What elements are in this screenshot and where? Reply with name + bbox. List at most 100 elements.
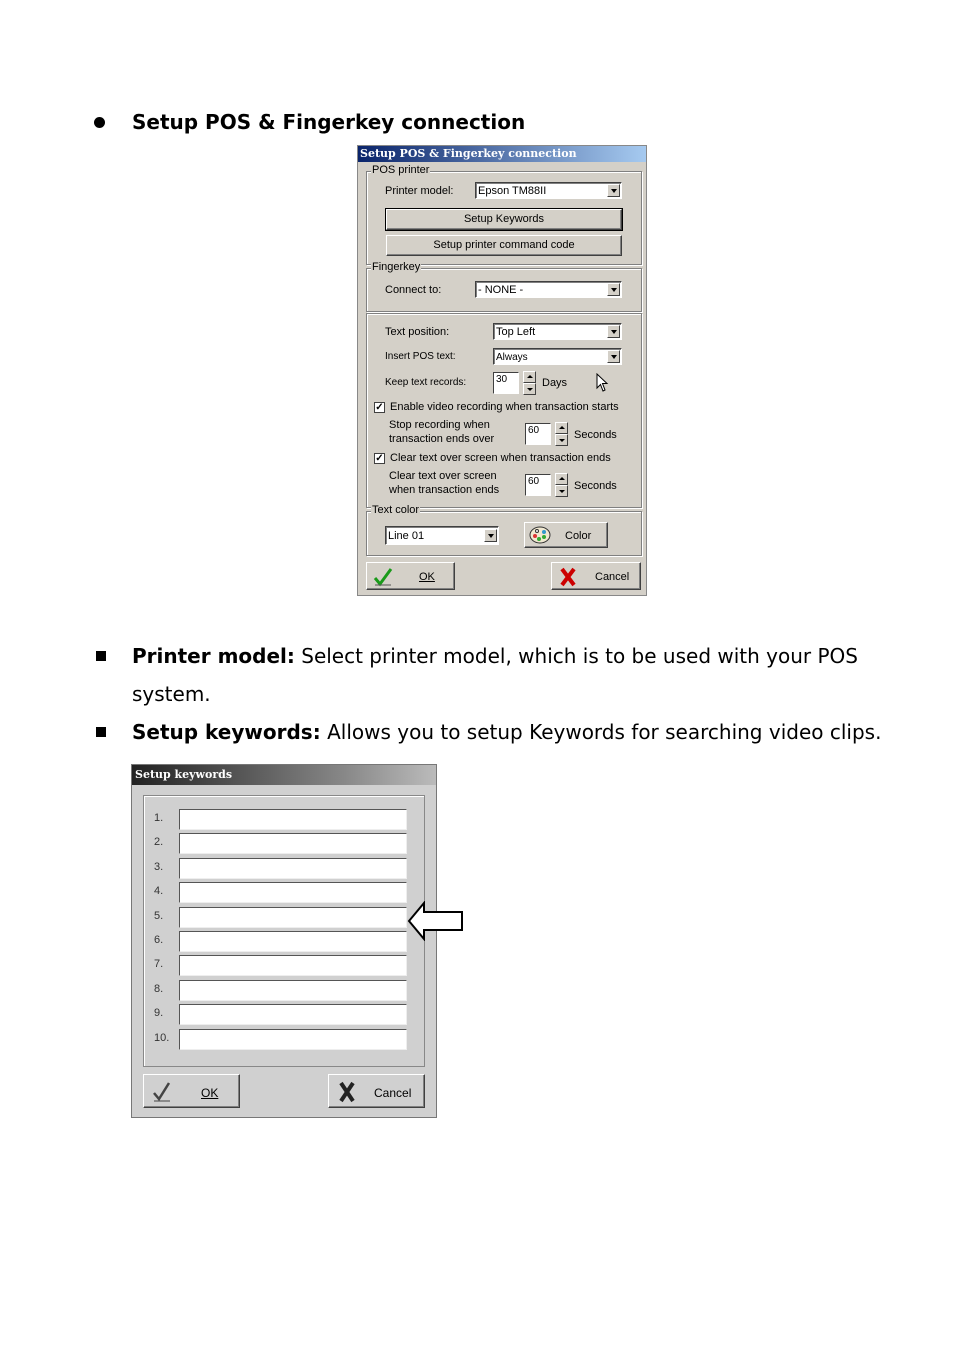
button-label: Color: [565, 530, 592, 542]
checkmark-icon: [153, 1082, 171, 1102]
chevron-down-icon[interactable]: [484, 529, 497, 542]
chevron-down-icon[interactable]: [607, 283, 620, 296]
enable-video-checkbox[interactable]: ✓: [374, 402, 385, 413]
keyword-input-6[interactable]: [179, 931, 407, 952]
insert-pos-select[interactable]: Always: [493, 348, 622, 365]
text-position-value: Top Left: [496, 326, 536, 338]
keyword-row-number: 4.: [154, 885, 164, 898]
palette-icon: [529, 526, 551, 544]
bullet-point: [96, 651, 106, 661]
clear-text-sub-label-1: Clear text over screen: [389, 470, 497, 482]
connect-to-select[interactable]: - NONE -: [475, 281, 622, 298]
button-label: Setup printer command code: [433, 239, 575, 251]
setup-keywords-button[interactable]: Setup Keywords: [385, 208, 623, 231]
chevron-down-icon[interactable]: [607, 325, 620, 338]
keyword-input-4[interactable]: [179, 882, 407, 904]
button-label: OK: [419, 571, 435, 583]
color-button[interactable]: Color: [524, 522, 608, 548]
x-icon: [560, 567, 576, 587]
printer-model-text-2: system.: [132, 682, 211, 706]
keyword-row-number: 10.: [154, 1031, 170, 1044]
keyword-input-1[interactable]: [179, 809, 407, 830]
seconds-unit: Seconds: [574, 429, 617, 441]
keep-records-label: Keep text records:: [385, 377, 467, 388]
button-label: Setup Keywords: [463, 213, 545, 225]
printer-model-label: Printer model:: [385, 185, 454, 197]
keyword-row-number: 6.: [154, 934, 164, 946]
spin-down-icon[interactable]: [555, 434, 568, 446]
keyword-input-5[interactable]: [179, 906, 407, 928]
text-position-select[interactable]: Top Left: [493, 323, 622, 340]
clear-text-sub-label-2: when transaction ends: [389, 484, 500, 496]
stop-recording-label-2: transaction ends over: [389, 433, 495, 445]
keyword-input-7[interactable]: [179, 955, 407, 977]
stop-recording-spinner[interactable]: [555, 422, 568, 446]
mouse-cursor-icon: [596, 373, 609, 392]
arrow-pointer-icon: [407, 901, 463, 941]
group-label: Text color: [371, 504, 421, 516]
cancel-button[interactable]: Cancel: [551, 562, 641, 590]
keyword-input-3[interactable]: [179, 857, 407, 879]
seconds-unit: Seconds: [574, 480, 617, 492]
keep-records-spinner[interactable]: [523, 371, 536, 395]
setup-keywords-term: Setup keywords:: [132, 720, 321, 744]
dialog-title: Setup keywords: [132, 765, 436, 785]
keyword-input-2[interactable]: [179, 833, 407, 855]
clear-text-checkbox[interactable]: ✓: [374, 453, 385, 464]
enable-video-label: Enable video recording when transaction …: [390, 401, 619, 413]
ok-button[interactable]: OK: [143, 1074, 240, 1108]
group-label: POS printer: [371, 164, 431, 176]
printer-model-text: Select printer model, which is to be use…: [294, 644, 858, 668]
text-color-line-select[interactable]: Line 01: [385, 526, 499, 545]
printer-model-value: Epson TM88II: [478, 185, 547, 197]
stop-recording-input[interactable]: 60: [525, 423, 551, 445]
setup-keywords-dialog: Setup keywords OK Cancel 1. 2. 3. 4. 5. 6. 7. 8…: [131, 764, 437, 1118]
dialog-title: Setup POS & Fingerkey connection: [358, 146, 646, 162]
ok-label: OK: [201, 1086, 219, 1100]
days-unit: Days: [542, 377, 568, 389]
button-label: Cancel: [374, 1086, 412, 1100]
insert-pos-label: Insert POS text:: [385, 351, 456, 362]
spin-up-icon[interactable]: [555, 473, 568, 485]
keyword-input-8[interactable]: [179, 979, 407, 1001]
insert-pos-value: Always: [496, 352, 528, 363]
keyword-row-number: 3.: [154, 860, 164, 873]
keyword-input-9[interactable]: [179, 1004, 407, 1026]
setup-printer-command-button[interactable]: Setup printer command code: [386, 235, 622, 256]
printer-model-term: Printer model:: [132, 644, 295, 668]
ok-button[interactable]: OK: [366, 562, 455, 590]
chevron-down-icon[interactable]: [607, 184, 620, 197]
setup-keywords-text: Allows you to setup Keywords for searchi…: [320, 720, 882, 744]
spin-down-icon[interactable]: [555, 485, 568, 497]
keyword-row-number: 5.: [154, 909, 164, 922]
connect-to-label: Connect to:: [385, 284, 442, 296]
keyword-row-number: 2.: [154, 836, 164, 849]
text-color-line-value: Line 01: [388, 530, 425, 542]
button-label: OK: [201, 1086, 218, 1100]
button-label: Cancel: [595, 571, 630, 583]
clear-text-input[interactable]: 60: [525, 474, 551, 496]
spin-up-icon[interactable]: [555, 422, 568, 434]
spin-down-icon[interactable]: [523, 383, 536, 395]
text-position-label: Text position:: [385, 326, 450, 338]
keyword-row-number: 8.: [154, 982, 164, 995]
x-icon: [339, 1081, 355, 1103]
pos-fingerkey-dialog: Setup POS & Fingerkey connection POS pri…: [357, 145, 647, 596]
printer-model-paragraph: Printer model: Select printer model, whi…: [132, 637, 872, 713]
keep-records-input[interactable]: 30: [493, 372, 519, 394]
section-heading: Setup POS & Fingerkey connection: [132, 110, 526, 134]
keyword-row-number: 1.: [154, 812, 164, 824]
printer-model-select[interactable]: Epson TM88II: [475, 182, 622, 199]
chevron-down-icon[interactable]: [607, 350, 620, 363]
clear-text-label: Clear text over screen when transaction …: [390, 452, 611, 464]
bullet-point: [96, 727, 106, 737]
cancel-button[interactable]: Cancel: [328, 1074, 425, 1108]
spin-up-icon[interactable]: [523, 371, 536, 383]
keyword-row-number: 9.: [154, 1007, 164, 1020]
connect-to-value: - NONE -: [478, 284, 524, 296]
bullet-point: [94, 117, 105, 128]
clear-text-spinner[interactable]: [555, 473, 568, 497]
stop-recording-label-1: Stop recording when: [389, 419, 490, 431]
keyword-input-10[interactable]: [179, 1028, 407, 1050]
setup-keywords-paragraph: Setup keywords: Allows you to setup Keyw…: [132, 713, 892, 751]
